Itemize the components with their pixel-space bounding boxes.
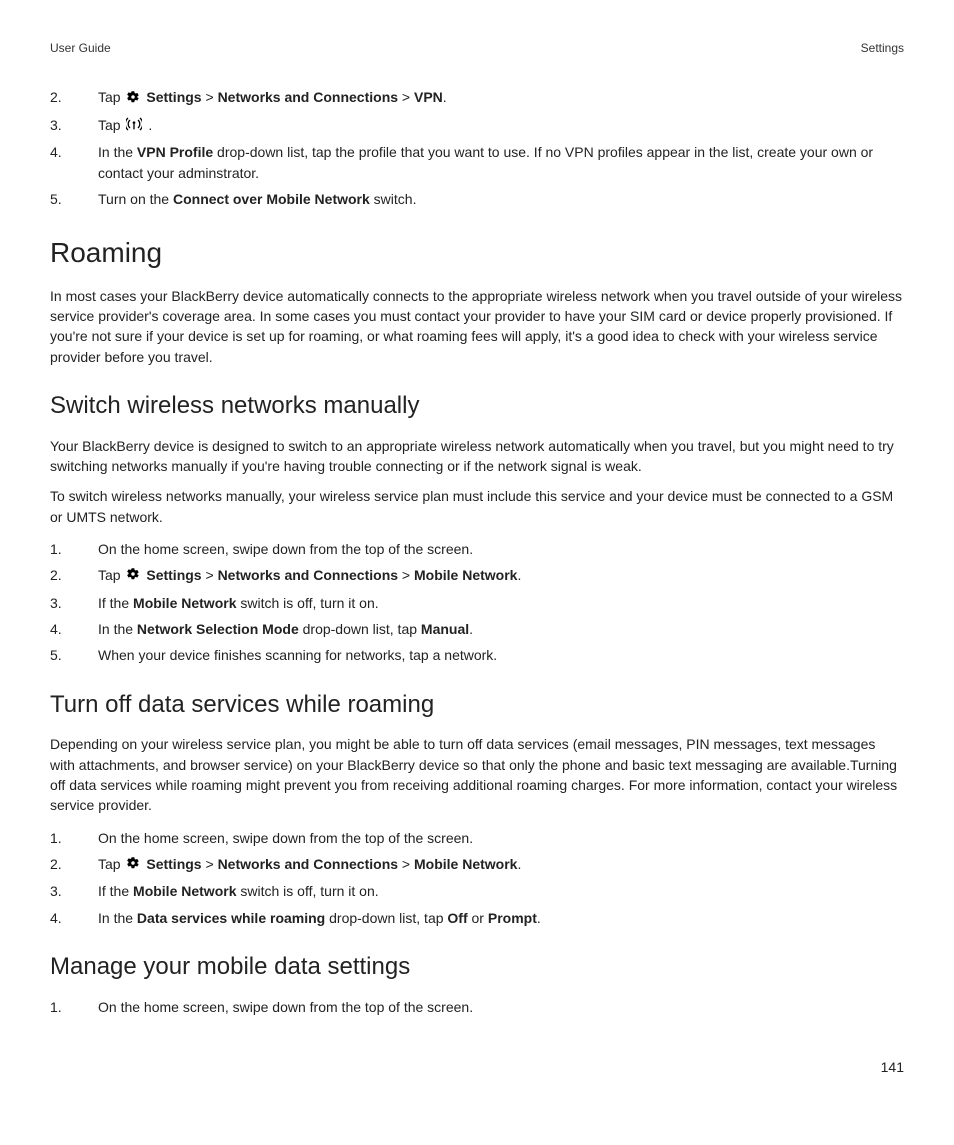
steps-switch: On the home screen, swipe down from the … [50,539,904,666]
gear-icon [126,89,140,109]
paragraph: To switch wireless networks manually, yo… [50,486,904,527]
step: If the Mobile Network switch is off, tur… [50,881,904,901]
gear-icon [126,855,140,875]
step: In the Data services while roaming drop-… [50,908,904,928]
step: If the Mobile Network switch is off, tur… [50,593,904,613]
header-left: User Guide [50,40,111,57]
heading-manage-mobile-data: Manage your mobile data settings [50,950,904,985]
steps-vpn: Tap Settings > Networks and Connections … [50,87,904,209]
heading-roaming: Roaming [50,233,904,274]
antenna-icon [126,116,142,136]
step: Tap Settings > Networks and Connections … [50,565,904,586]
step: In the VPN Profile drop-down list, tap t… [50,142,904,183]
paragraph: Depending on your wireless service plan,… [50,734,904,815]
heading-turn-off-data: Turn off data services while roaming [50,688,904,723]
step: Tap . [50,115,904,136]
header-bar: User Guide Settings [50,40,904,57]
step: On the home screen, swipe down from the … [50,539,904,559]
paragraph: In most cases your BlackBerry device aut… [50,286,904,367]
heading-switch-networks: Switch wireless networks manually [50,389,904,424]
page-number: 141 [50,1057,904,1077]
paragraph: Your BlackBerry device is designed to sw… [50,436,904,477]
step: When your device finishes scanning for n… [50,645,904,665]
gear-icon [126,566,140,586]
step: Turn on the Connect over Mobile Network … [50,189,904,209]
steps-turnoff: On the home screen, swipe down from the … [50,828,904,928]
step: In the Network Selection Mode drop-down … [50,619,904,639]
step: On the home screen, swipe down from the … [50,828,904,848]
header-right: Settings [861,40,904,57]
step: On the home screen, swipe down from the … [50,997,904,1017]
steps-manage: On the home screen, swipe down from the … [50,997,904,1017]
step: Tap Settings > Networks and Connections … [50,854,904,875]
step: Tap Settings > Networks and Connections … [50,87,904,108]
